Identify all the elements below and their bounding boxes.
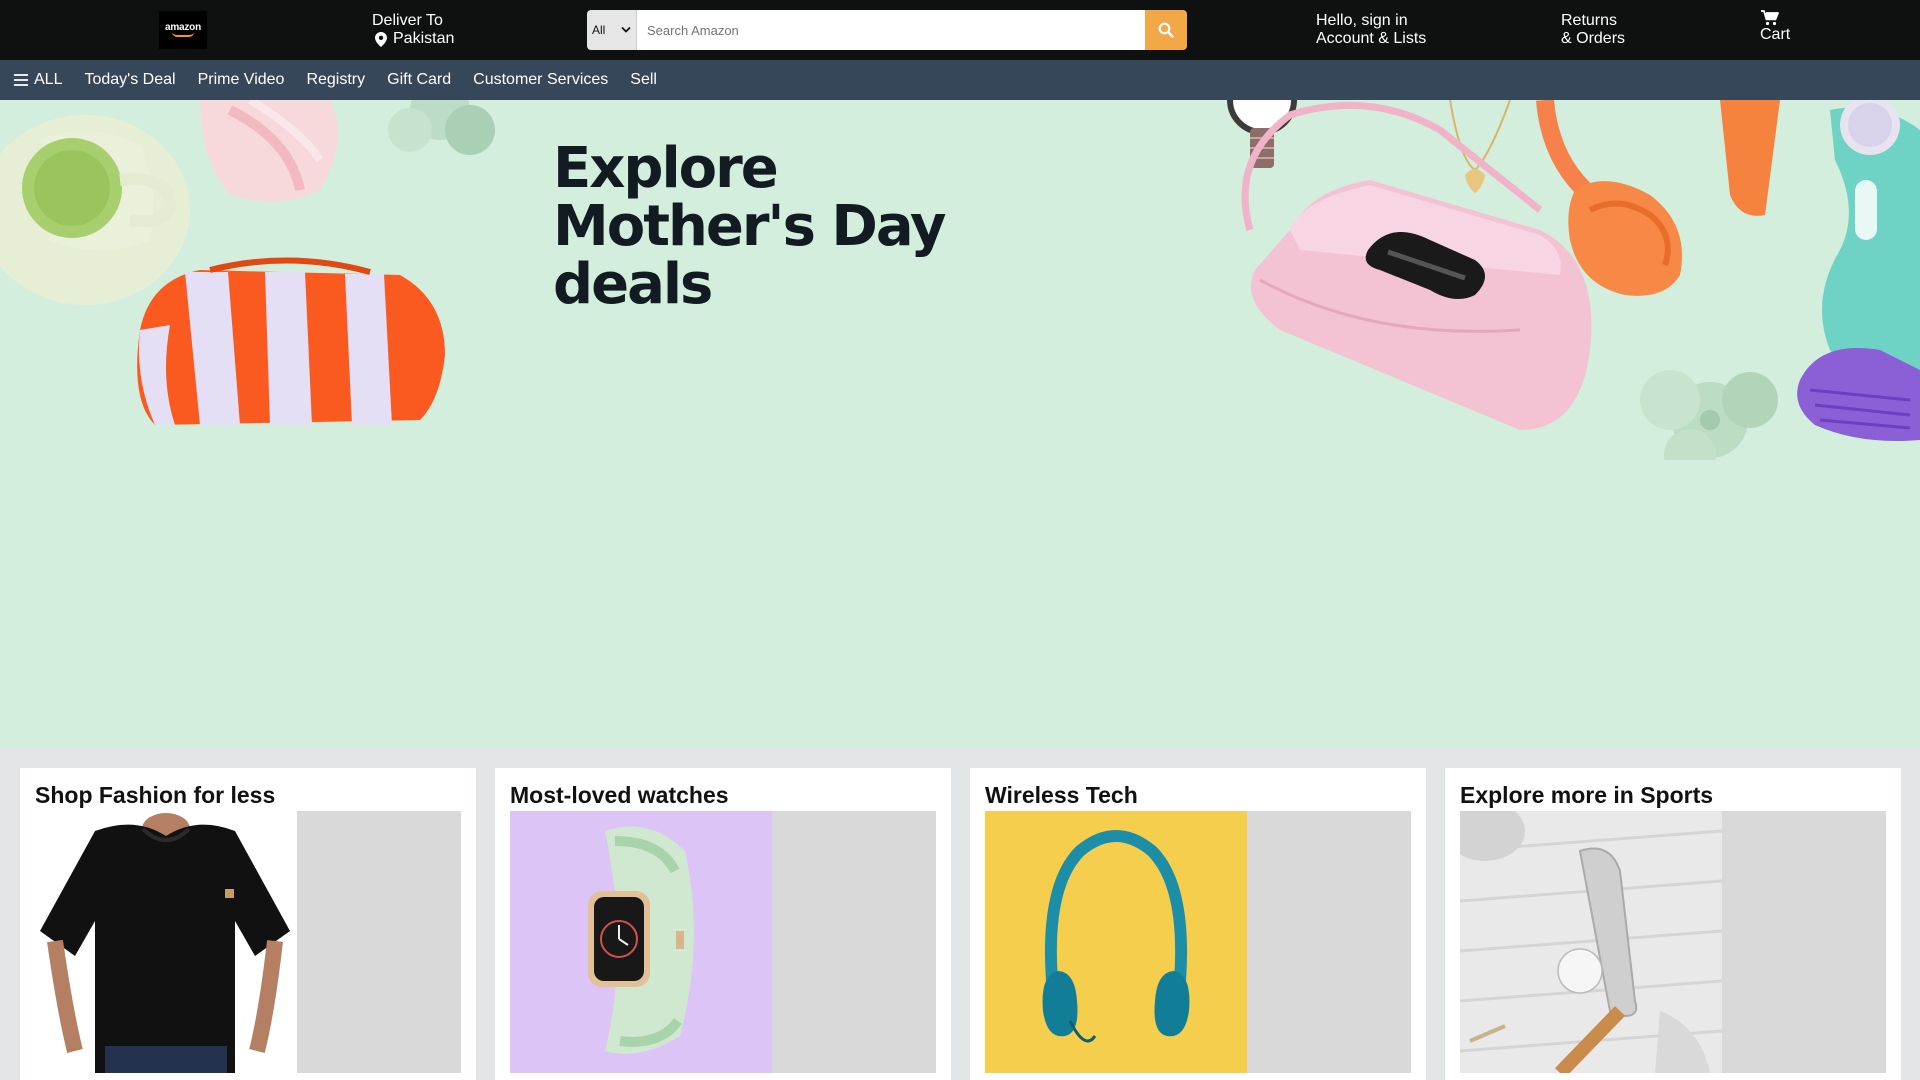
search-button[interactable] <box>1145 10 1187 50</box>
headphones-image <box>985 811 1247 1073</box>
watch-image <box>510 811 772 1073</box>
chevron-down-icon <box>621 26 631 33</box>
deliver-to[interactable]: Deliver To Pakistan <box>372 12 454 48</box>
hamburger-menu-icon <box>14 74 28 86</box>
top-header: amazon Deliver To Pakistan All Hello, si… <box>0 0 1920 60</box>
card-fashion[interactable]: Shop Fashion for less <box>20 768 476 1080</box>
card-image-placeholder <box>1247 811 1411 1073</box>
hero-banner[interactable]: Explore Mother's Day deals <box>0 100 1920 748</box>
card-watches[interactable]: Most-loved watches <box>495 768 951 1080</box>
card-image-watch[interactable] <box>510 811 772 1073</box>
card-title: Explore more in Sports <box>1460 782 1714 808</box>
card-title: Wireless Tech <box>985 782 1138 808</box>
card-wireless-tech[interactable]: Wireless Tech <box>970 768 1426 1080</box>
cart-label: Cart <box>1760 26 1791 43</box>
card-image-placeholder <box>1722 811 1886 1073</box>
returns-line1: Returns <box>1561 12 1618 29</box>
card-image-headphones[interactable] <box>985 811 1247 1073</box>
nav-prime-video[interactable]: Prime Video <box>198 71 285 89</box>
sub-navigation: ALL Today's Deal Prime Video Registry Gi… <box>0 60 1920 100</box>
nav-todays-deal[interactable]: Today's Deal <box>84 71 175 89</box>
search-input[interactable] <box>637 10 1145 50</box>
card-image-placeholder <box>297 811 461 1073</box>
logo-smile-icon <box>172 32 194 37</box>
account-greeting: Hello, sign in <box>1316 12 1408 29</box>
card-title: Shop Fashion for less <box>35 782 276 808</box>
golf-image <box>1460 811 1722 1073</box>
account-lists: Account & Lists <box>1316 30 1427 47</box>
card-sports[interactable]: Explore more in Sports <box>1445 768 1901 1080</box>
deliver-location: Pakistan <box>393 30 455 47</box>
all-menu-button[interactable]: ALL <box>14 71 62 89</box>
all-label: ALL <box>34 71 63 88</box>
cart-button[interactable]: Cart <box>1760 10 1790 44</box>
account-menu[interactable]: Hello, sign in Account & Lists <box>1316 12 1426 48</box>
card-title: Most-loved watches <box>510 782 729 808</box>
location-pin-icon <box>375 31 387 47</box>
card-image-golf[interactable] <box>1460 811 1722 1073</box>
card-image-tshirt[interactable] <box>35 811 297 1073</box>
deliver-label: Deliver To <box>372 12 443 29</box>
nav-registry[interactable]: Registry <box>306 71 365 89</box>
amazon-logo[interactable]: amazon <box>159 11 207 49</box>
search-category-select[interactable]: All <box>587 10 637 50</box>
hero-illustration-left <box>0 100 495 425</box>
card-image-placeholder <box>772 811 936 1073</box>
nav-gift-card[interactable]: Gift Card <box>387 71 451 89</box>
returns-line2: & Orders <box>1561 30 1626 47</box>
cart-icon <box>1761 10 1779 26</box>
search-icon <box>1158 22 1174 38</box>
tshirt-image <box>35 811 297 1073</box>
search-category-value: All <box>592 23 606 37</box>
returns-orders[interactable]: Returns & Orders <box>1561 12 1625 48</box>
hero-illustration-right <box>1227 100 1920 460</box>
nav-customer-services[interactable]: Customer Services <box>473 71 608 89</box>
nav-sell[interactable]: Sell <box>630 71 657 89</box>
hero-title: Explore Mother's Day deals <box>553 136 946 317</box>
search-bar: All <box>587 10 1187 50</box>
